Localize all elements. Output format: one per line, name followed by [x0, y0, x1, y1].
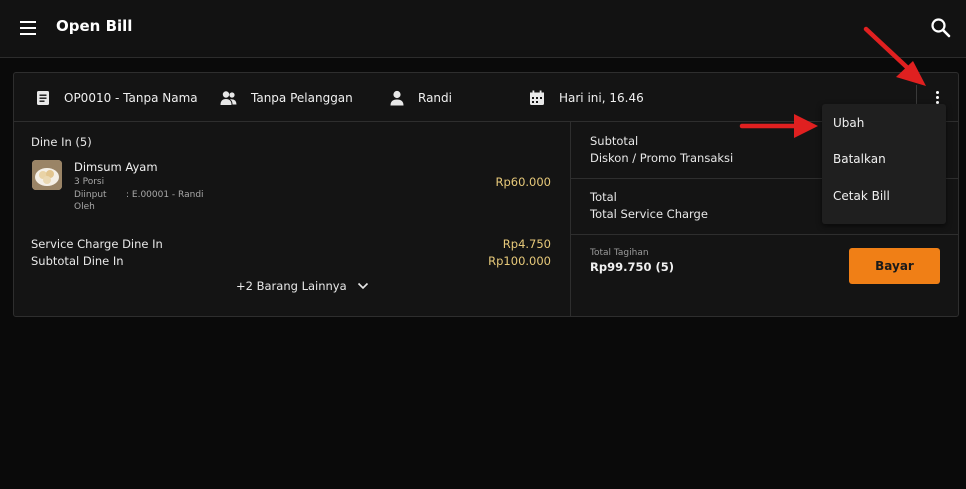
bill-info-bar: OP0010 - Tanpa Nama Tanpa Pelanggan Rand… [14, 73, 958, 122]
page-title: Open Bill [56, 17, 133, 35]
order-info: OP0010 - Tanpa Nama [36, 89, 198, 107]
show-more-items[interactable]: +2 Barang Lainnya [236, 279, 369, 293]
service-charge-value: Rp4.750 [502, 237, 551, 251]
user-icon [390, 90, 404, 106]
menu-item-edit[interactable]: Ubah [833, 116, 864, 130]
dine-in-heading: Dine In (5) [31, 135, 92, 149]
item-thumbnail [32, 160, 62, 190]
show-more-label: +2 Barang Lainnya [236, 279, 347, 293]
total-label: Total [590, 190, 617, 204]
item-input-label: Diinput [74, 190, 107, 200]
summary-divider [571, 234, 958, 235]
customer-name: Tanpa Pelanggan [251, 91, 353, 105]
order-time: Hari ini, 16.46 [559, 91, 644, 105]
subtotal-dine-in-label: Subtotal Dine In [31, 254, 124, 268]
more-vert-icon[interactable] [935, 91, 941, 105]
item-name: Dimsum Ayam [74, 160, 158, 174]
item-price: Rp60.000 [495, 175, 551, 189]
dine-in-panel: Dine In (5) Dimsum Ayam 3 Porsi Diinput … [14, 122, 571, 316]
calendar-icon [530, 90, 544, 105]
service-total-label: Total Service Charge [590, 207, 708, 221]
customer-info: Tanpa Pelanggan [220, 89, 353, 107]
subtotal-label: Subtotal [590, 134, 639, 148]
staff-name: Randi [418, 91, 452, 105]
discount-label: Diskon / Promo Transaksi [590, 151, 734, 165]
menu-item-cancel[interactable]: Batalkan [833, 152, 886, 166]
total-bill-label: Total Tagihan [590, 248, 649, 258]
app-header: Open Bill [0, 0, 966, 58]
total-bill-value: Rp99.750 (5) [590, 260, 674, 274]
order-number: OP0010 - Tanpa Nama [64, 91, 198, 105]
customers-icon [220, 91, 237, 105]
options-dropdown: Ubah Batalkan Cetak Bill [822, 104, 946, 224]
pay-button[interactable]: Bayar [849, 248, 940, 284]
item-quantity: 3 Porsi [74, 177, 105, 187]
item-input-value: : E.00001 - Randi [126, 190, 204, 200]
time-info: Hari ini, 16.46 [529, 89, 644, 107]
bill-card: OP0010 - Tanpa Nama Tanpa Pelanggan Rand… [13, 72, 959, 317]
search-icon[interactable] [930, 17, 952, 39]
item-input-label-2: Oleh [74, 202, 95, 212]
receipt-icon [37, 91, 49, 105]
subtotal-dine-in-value: Rp100.000 [488, 254, 551, 268]
staff-info: Randi [390, 89, 452, 107]
menu-item-print-bill[interactable]: Cetak Bill [833, 189, 890, 203]
chevron-down-icon [357, 282, 368, 290]
hamburger-menu-icon[interactable] [20, 21, 36, 35]
service-charge-label: Service Charge Dine In [31, 237, 163, 251]
